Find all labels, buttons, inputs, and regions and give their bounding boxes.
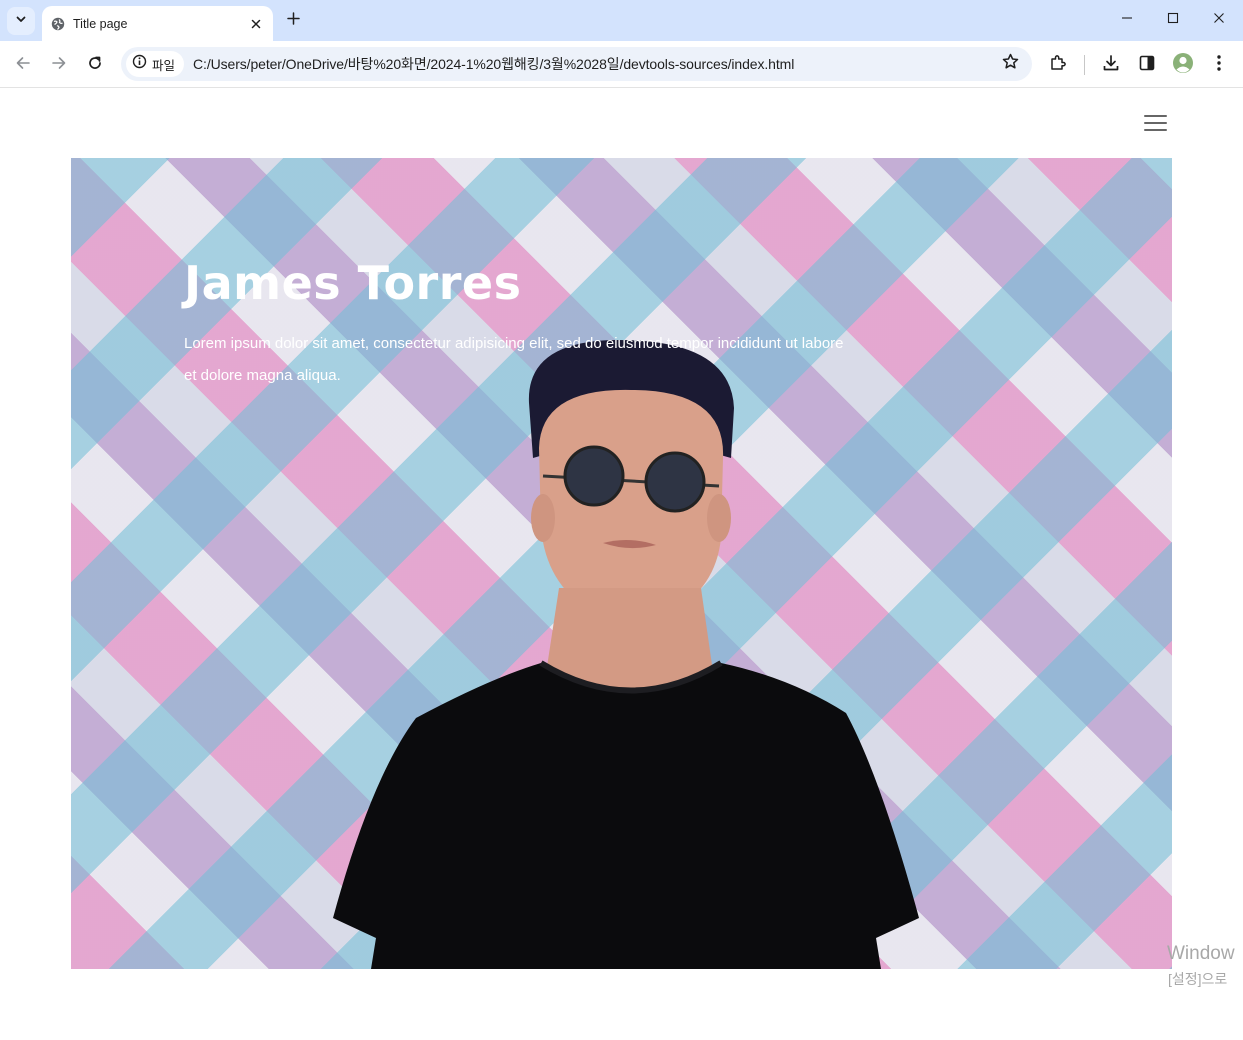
- extensions-button[interactable]: [1046, 53, 1070, 77]
- hamburger-line: [1144, 129, 1167, 131]
- hamburger-line: [1144, 115, 1167, 117]
- address-bar[interactable]: 파일 C:/Users/peter/OneDrive/바탕%20화면/2024-…: [121, 47, 1032, 81]
- back-button[interactable]: [10, 52, 36, 78]
- tab-search-button[interactable]: [7, 7, 35, 35]
- kebab-menu-icon: [1216, 54, 1222, 77]
- side-panel-icon: [1139, 55, 1155, 76]
- windows-activation-watermark: Window: [1167, 943, 1235, 964]
- info-icon: [132, 54, 147, 74]
- new-tab-button[interactable]: [281, 9, 305, 33]
- toolbar-separator: [1084, 55, 1085, 75]
- close-icon[interactable]: [247, 15, 265, 33]
- close-icon: [1213, 11, 1225, 29]
- close-window-button[interactable]: [1203, 5, 1235, 35]
- back-arrow-icon: [15, 55, 31, 76]
- hero-description: Lorem ipsum dolor sit amet, consectetur …: [184, 335, 844, 384]
- side-panel-button[interactable]: [1135, 53, 1159, 77]
- bookmark-button[interactable]: [1000, 53, 1020, 75]
- hero-section: James Torres Lorem ipsum dolor sit amet,…: [71, 158, 1172, 969]
- windows-activation-watermark-sub: [설정]으로: [1168, 971, 1228, 987]
- maximize-icon: [1167, 11, 1179, 29]
- globe-icon: [51, 17, 65, 31]
- chevron-down-icon: [15, 12, 27, 30]
- reload-icon: [87, 55, 103, 76]
- forward-arrow-icon: [51, 55, 67, 76]
- star-icon: [1002, 53, 1019, 75]
- maximize-button[interactable]: [1157, 5, 1189, 35]
- puzzle-icon: [1049, 54, 1067, 77]
- avatar-icon: [1172, 52, 1194, 79]
- download-icon: [1102, 54, 1120, 77]
- web-page: James Torres Lorem ipsum dolor sit amet,…: [1, 88, 1242, 1040]
- hero-title: James Torres: [184, 256, 522, 310]
- url-text[interactable]: C:/Users/peter/OneDrive/바탕%20화면/2024-1%2…: [193, 54, 794, 74]
- browser-toolbar: 파일 C:/Users/peter/OneDrive/바탕%20화면/2024-…: [0, 41, 1243, 88]
- reload-button[interactable]: [82, 52, 108, 78]
- minimize-button[interactable]: [1111, 5, 1143, 35]
- tab-bar: Title page: [0, 0, 1243, 41]
- tab-title: Title page: [73, 16, 128, 31]
- plus-icon: [286, 12, 300, 30]
- profile-button[interactable]: [1171, 52, 1195, 79]
- site-info-chip[interactable]: 파일: [126, 51, 185, 77]
- hamburger-line: [1144, 122, 1167, 124]
- browser-menu-button[interactable]: [1207, 53, 1231, 77]
- downloads-button[interactable]: [1099, 53, 1123, 77]
- site-chip-label: 파일: [152, 58, 176, 73]
- hamburger-icon[interactable]: [1144, 115, 1167, 131]
- forward-button[interactable]: [46, 52, 72, 78]
- browser-tab[interactable]: Title page: [42, 6, 273, 41]
- minimize-icon: [1121, 11, 1133, 29]
